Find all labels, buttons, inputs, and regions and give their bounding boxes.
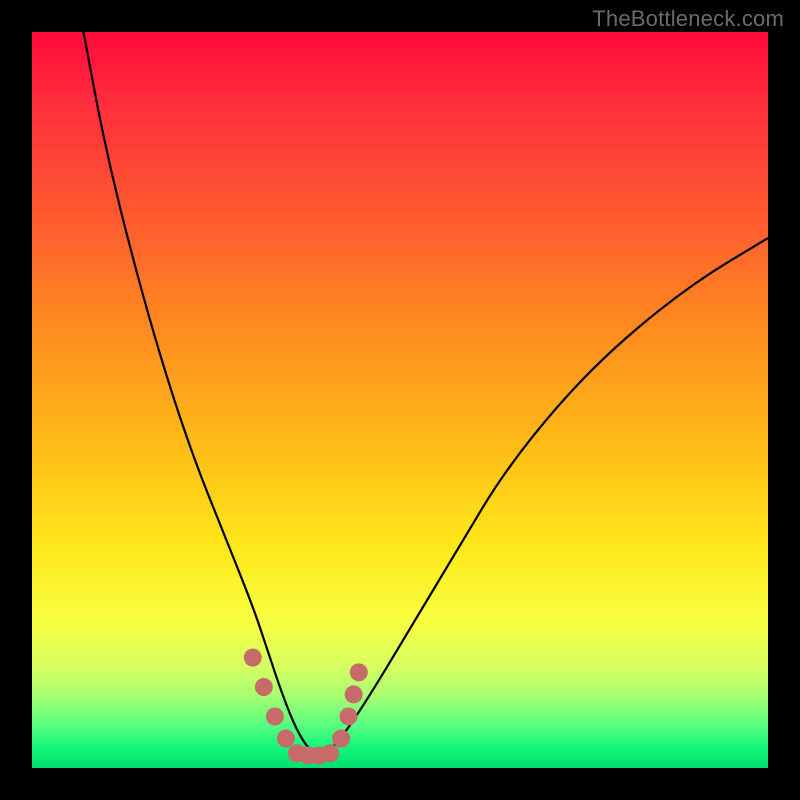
highlight-marker bbox=[339, 707, 357, 725]
highlight-marker bbox=[266, 707, 284, 725]
highlight-marker bbox=[350, 663, 368, 681]
bottleneck-curve bbox=[84, 32, 768, 753]
highlight-marker bbox=[277, 730, 295, 748]
highlight-marker bbox=[332, 730, 350, 748]
plot-area bbox=[32, 32, 768, 768]
highlight-marker bbox=[321, 744, 339, 762]
highlight-marker bbox=[244, 649, 262, 667]
highlight-marker bbox=[345, 685, 363, 703]
highlight-marker bbox=[255, 678, 273, 696]
highlight-markers bbox=[244, 649, 368, 765]
watermark-text: TheBottleneck.com bbox=[592, 6, 784, 32]
chart-stage: TheBottleneck.com bbox=[0, 0, 800, 800]
curve-layer bbox=[32, 32, 768, 768]
